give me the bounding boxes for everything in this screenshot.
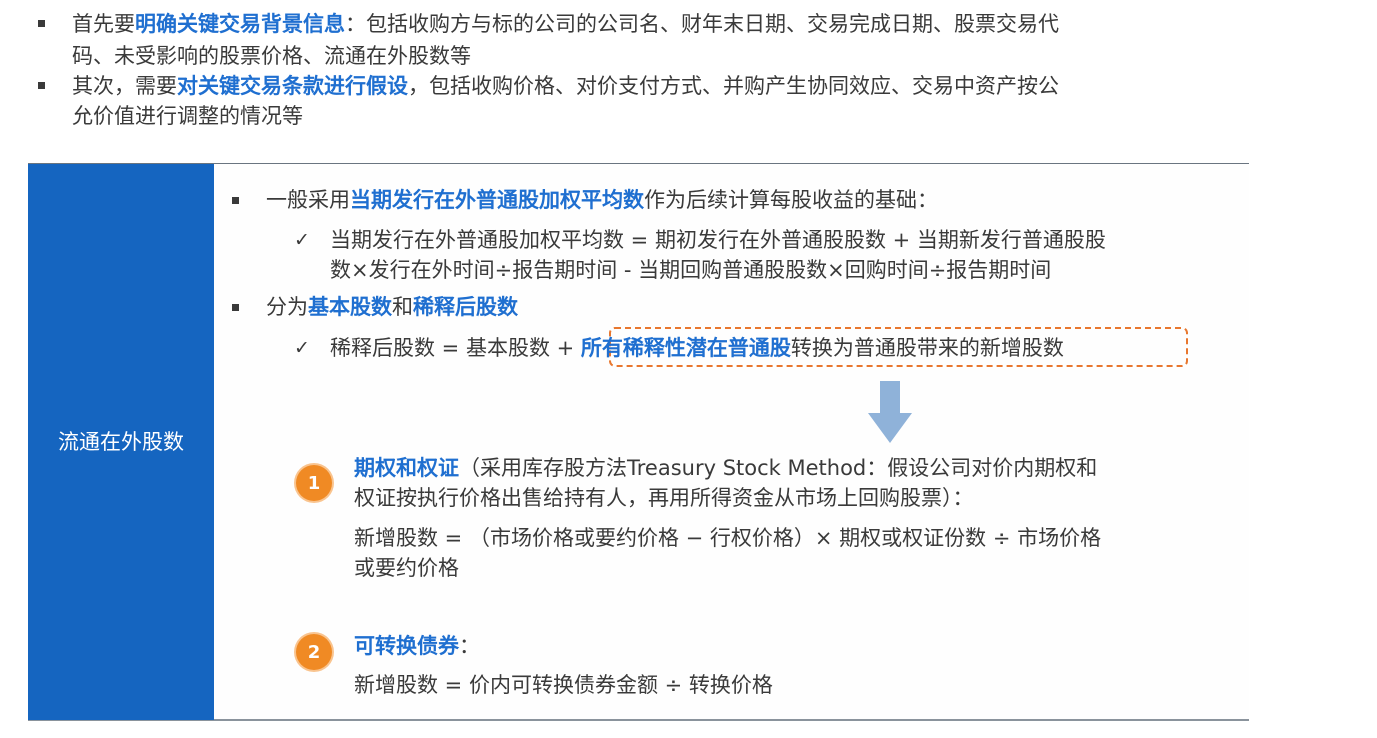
point-1-highlight: 当期发行在外普通股加权平均数 [350, 188, 644, 212]
intro-line-2b: 允价值进行调整的情况等 [72, 104, 303, 128]
point-2-formula-highlight: 所有稀释性潜在普通股 [580, 336, 791, 360]
item-2-head-rest: ： [459, 634, 480, 658]
point-1-formula-line-1: 当期发行在外普通股加权平均数 = 期初发行在外普通股股数 + 当期新发行普通股股 [330, 228, 1106, 252]
point-1-formula-line-2: 数×发行在外时间÷报告期时间 - 当期回购普通股股数×回购时间÷报告期时间 [330, 258, 1052, 282]
item-2-title: 可转换债券 [354, 634, 459, 658]
intro-1-suffix: ：包括收购方与标的公司的公司名、财年末日期、交易完成日期、股票交易代 [345, 12, 1059, 36]
item-1-head: 期权和权证（采用库存股方法Treasury Stock Method：假设公司对… [354, 454, 1097, 483]
intro-2-highlight: 对关键交易条款进行假设 [177, 74, 408, 98]
point-2-highlight-1: 基本股数 [308, 295, 392, 319]
item-1-formula-line-2: 或要约价格 [354, 556, 459, 580]
point-2-mid: 和 [392, 295, 413, 319]
bullet-icon [232, 197, 239, 204]
number-badge-icon: 2 [296, 634, 332, 670]
item-2-formula: 新增股数 = 价内可转换债券金额 ÷ 转换价格 [354, 673, 773, 697]
point-2-formula-prefix: 稀释后股数 = 基本股数 + [330, 336, 581, 360]
point-2-highlight-2: 稀释后股数 [413, 295, 518, 319]
point-2-formula-suffix: 转换为普通股带来的新增股数 [790, 336, 1064, 360]
point-2-formula: 稀释后股数 = 基本股数 + 所有稀释性潜在普通股转换为普通股带来的新增股数 [330, 334, 1064, 363]
point-2: 分为基本股数和稀释后股数 [266, 293, 518, 322]
check-icon: ✓ [294, 337, 310, 359]
intro-line-1b: 码、未受影响的股票价格、流通在外股数等 [72, 44, 471, 68]
point-1: 一般采用当期发行在外普通股加权平均数作为后续计算每股收益的基础： [266, 186, 938, 215]
point-1-suffix: 作为后续计算每股收益的基础： [644, 188, 938, 212]
check-icon: ✓ [294, 229, 310, 251]
down-arrow-icon [868, 381, 912, 443]
intro-line-2: 其次，需要对关键交易条款进行假设，包括收购价格、对价支付方式、并购产生协同效应、… [72, 72, 1059, 101]
number-badge-icon: 1 [296, 465, 332, 501]
intro-1-prefix: 首先要 [72, 12, 135, 36]
point-2-prefix: 分为 [266, 295, 308, 319]
bullet-icon [232, 304, 239, 311]
intro-2-prefix: 其次，需要 [72, 74, 177, 98]
intro-line-1: 首先要明确关键交易背景信息：包括收购方与标的公司的公司名、财年末日期、交易完成日… [72, 10, 1059, 39]
bullet-icon [38, 20, 45, 27]
point-1-prefix: 一般采用 [266, 188, 350, 212]
item-1-title: 期权和权证 [354, 456, 459, 480]
item-1-formula-line-1: 新增股数 = （市场价格或要约价格 − 行权价格）× 期权或权证份数 ÷ 市场价… [354, 526, 1102, 550]
sidebar-label: 流通在外股数 [58, 430, 184, 454]
item-2-head: 可转换债券： [354, 632, 480, 661]
intro-2-suffix: ，包括收购价格、对价支付方式、并购产生协同效应、交易中资产按公 [408, 74, 1059, 98]
item-1-head-rest: （采用库存股方法Treasury Stock Method：假设公司对价内期权和 [459, 456, 1098, 480]
bullet-icon [38, 82, 45, 89]
intro-1-highlight: 明确关键交易背景信息 [135, 12, 345, 36]
item-1-head-line-2: 权证按执行价格出售给持有人，再用所得资金从市场上回购股票）： [354, 486, 974, 510]
